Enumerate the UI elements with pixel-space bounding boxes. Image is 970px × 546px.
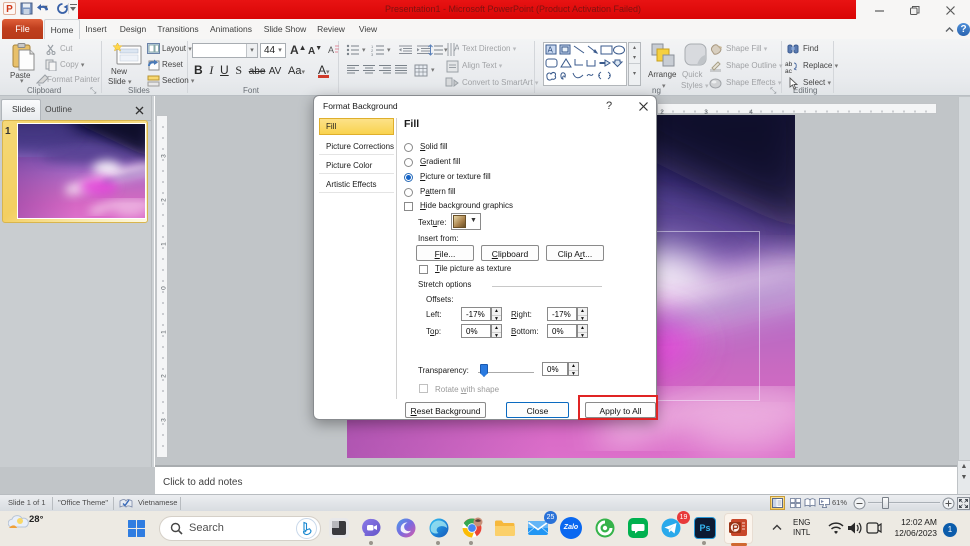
svg-text:1: 1 [161,330,168,334]
svg-text:0: 0 [161,286,168,290]
svg-text:3: 3 [161,154,168,158]
svg-text:1: 1 [161,242,168,246]
svg-text:A: A [548,46,554,55]
svg-text:2: 2 [161,198,168,202]
svg-text:A: A [454,43,459,53]
svg-text:3: 3 [161,418,168,422]
svg-text:3: 3 [371,52,374,56]
svg-text:A: A [328,45,334,55]
svg-text:2: 2 [161,374,168,378]
svg-text:ac: ac [785,68,793,73]
svg-text:ab: ab [785,61,793,68]
